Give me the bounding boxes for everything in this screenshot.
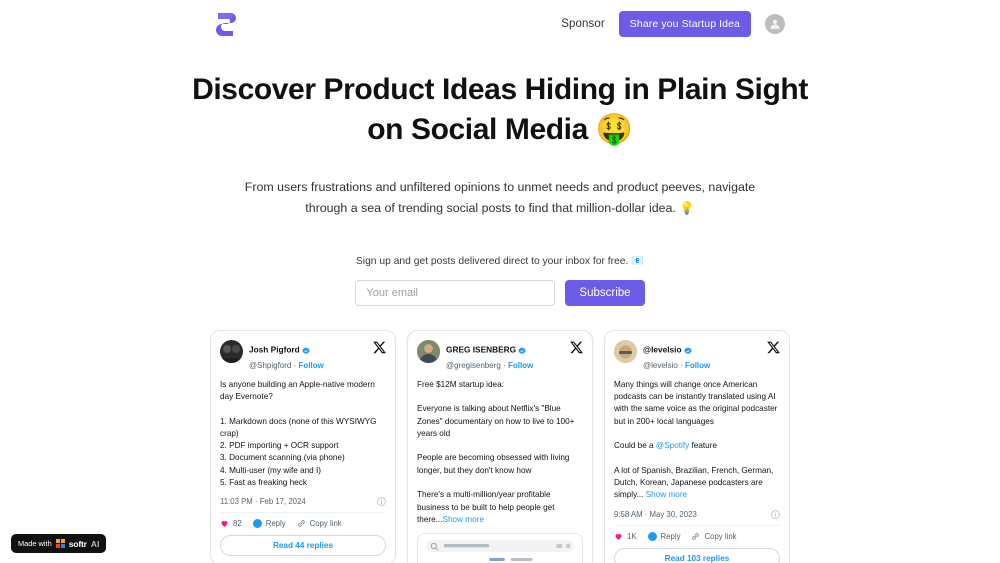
heart-icon	[614, 532, 623, 541]
verified-badge-icon	[683, 341, 692, 354]
reply-icon	[647, 531, 657, 541]
reply-label: Reply	[660, 531, 681, 541]
tweet-body: Free $12M startup idea: Everyone is talk…	[417, 379, 583, 527]
tweet-author: @levelsio @levelsio · Follow	[643, 340, 761, 372]
page-title: Discover Product Ideas Hiding in Plain S…	[190, 70, 810, 149]
show-more-link[interactable]: Show more	[443, 515, 484, 524]
avatar	[417, 340, 440, 363]
link-icon	[691, 532, 700, 541]
tweet-timestamp-row: 11:03 PM · Feb 17, 2024	[220, 497, 386, 506]
verified-badge-icon	[518, 341, 526, 354]
tweet-card[interactable]: @levelsio @levelsio · Follow Many things…	[604, 330, 790, 563]
page-title-line2: on Social Media	[367, 112, 596, 146]
tweet-body-text: Free $12M startup idea: Everyone is talk…	[417, 379, 575, 524]
author-name: GREG ISENBERG	[446, 344, 517, 355]
x-logo-icon[interactable]	[373, 341, 386, 354]
tweet-card[interactable]: Josh Pigford @Shpigford · Follow Is anyo…	[210, 330, 396, 563]
subscribe-button[interactable]: Subscribe	[565, 280, 645, 307]
reply-label: Reply	[265, 519, 286, 529]
follow-link[interactable]: Follow	[299, 361, 324, 370]
author-name: Josh Pigford	[249, 344, 300, 355]
x-logo-icon[interactable]	[767, 341, 780, 354]
tweet-timestamp: 11:03 PM · Feb 17, 2024	[220, 497, 306, 507]
made-with-softr-badge[interactable]: Made with softr AI	[11, 534, 107, 553]
email-input[interactable]	[355, 280, 556, 307]
tweet-body: Many things will change once American po…	[614, 379, 780, 502]
read-replies-button[interactable]: Read 103 replies	[614, 547, 780, 563]
avatar	[220, 340, 243, 363]
tweet-grid: Josh Pigford @Shpigford · Follow Is anyo…	[210, 330, 790, 563]
like-count: 82	[233, 519, 242, 529]
copy-link-label: Copy link	[704, 531, 737, 541]
tweet-header: GREG ISENBERG @gregisenberg · Follow	[417, 340, 583, 372]
author-handle: @gregisenberg	[446, 361, 501, 371]
author-handle: @Shpigford	[249, 361, 292, 371]
reply-action[interactable]: Reply	[647, 531, 681, 541]
tweet-body: Is anyone building an Apple-native moder…	[220, 379, 377, 488]
info-icon[interactable]	[377, 497, 386, 507]
tweet-column-2: GREG ISENBERG @gregisenberg · Follow Fre…	[407, 330, 593, 563]
subscribe-form: Subscribe	[120, 280, 880, 307]
tweet-body-text: Many things will change once American po…	[614, 379, 778, 451]
author-handle: @levelsio	[643, 361, 678, 371]
info-icon[interactable]	[771, 509, 780, 519]
copy-link-action[interactable]: Copy link	[297, 519, 342, 528]
copy-link-action[interactable]: Copy link	[691, 531, 737, 541]
softr-ai-label: AI	[90, 538, 100, 549]
share-startup-idea-button[interactable]: Share you Startup Idea	[618, 11, 751, 37]
tweet-column-3: @levelsio @levelsio · Follow Many things…	[604, 330, 790, 563]
mention-link[interactable]: @Spotify	[656, 441, 689, 450]
follow-link[interactable]: Follow	[508, 361, 533, 370]
page-root: Sponsor Share you Startup Idea Discover …	[0, 0, 1000, 563]
tweet-timestamp-row: 9:58 AM · May 30, 2023	[614, 510, 780, 519]
softr-mark-icon	[55, 539, 65, 548]
made-with-label: Made with	[18, 539, 52, 548]
tweet-actions: 82 Reply Copy link	[220, 519, 386, 529]
tweet-author: GREG ISENBERG @gregisenberg · Follow	[446, 340, 564, 372]
divider	[220, 512, 386, 514]
tweet-card[interactable]: GREG ISENBERG @gregisenberg · Follow Fre…	[407, 330, 593, 563]
tweet-actions: 1K Reply Copy link	[614, 531, 780, 541]
verified-badge-icon	[302, 341, 310, 354]
avatar	[614, 340, 637, 363]
link-icon	[297, 519, 306, 528]
softr-logo-icon[interactable]	[215, 11, 237, 38]
like-action[interactable]: 1K	[614, 532, 637, 541]
follow-link[interactable]: Follow	[685, 361, 710, 370]
reply-action[interactable]: Reply	[252, 519, 286, 529]
copy-link-label: Copy link	[309, 519, 342, 529]
account-avatar-button[interactable]	[765, 14, 785, 34]
user-avatar-icon	[770, 19, 780, 29]
tweet-handle-row: @levelsio · Follow	[643, 361, 761, 371]
tweet-image[interactable]	[417, 533, 583, 563]
tweet-timestamp: 9:58 AM · May 30, 2023	[614, 509, 697, 519]
divider	[614, 524, 780, 526]
tweet-handle-row: @Shpigford · Follow	[249, 361, 367, 371]
x-logo-icon[interactable]	[570, 341, 583, 354]
tweet-handle-row: @gregisenberg · Follow	[446, 361, 564, 371]
tweet-author: Josh Pigford @Shpigford · Follow	[249, 340, 367, 372]
site-header: Sponsor Share you Startup Idea	[0, 0, 1000, 48]
hero-section: Discover Product Ideas Hiding in Plain S…	[0, 48, 1000, 307]
like-action[interactable]: 82	[220, 519, 242, 528]
like-count: 1K	[627, 531, 637, 541]
author-name: @levelsio	[643, 344, 682, 355]
header-actions: Sponsor Share you Startup Idea	[561, 11, 785, 37]
heart-icon	[220, 519, 229, 528]
softr-brand-label: softr	[68, 538, 87, 549]
read-replies-button[interactable]: Read 44 replies	[220, 535, 386, 557]
show-more-link[interactable]: Show more	[646, 490, 687, 499]
money-face-emoji: 🤑	[595, 111, 633, 147]
tweet-header: @levelsio @levelsio · Follow	[614, 340, 780, 372]
signup-note: Sign up and get posts delivered direct t…	[355, 256, 645, 268]
reply-icon	[252, 519, 262, 529]
hero-subtitle: From users frustrations and unfiltered o…	[244, 180, 756, 215]
sponsor-link[interactable]: Sponsor	[561, 18, 605, 30]
page-title-line1: Discover Product Ideas Hiding in Plain S…	[192, 73, 808, 106]
tweet-header: Josh Pigford @Shpigford · Follow	[220, 340, 386, 372]
tweet-column-1: Josh Pigford @Shpigford · Follow Is anyo…	[210, 330, 396, 563]
